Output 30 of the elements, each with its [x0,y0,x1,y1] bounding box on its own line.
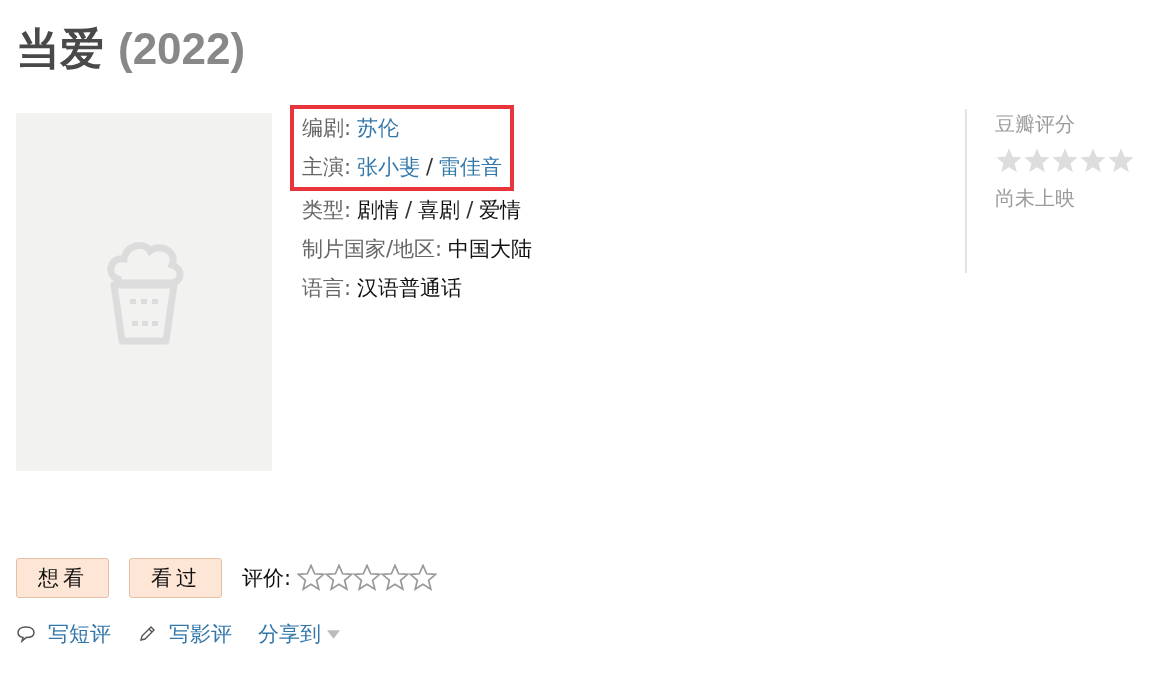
action-link[interactable]: 写影评 [169,620,232,648]
person-link[interactable]: 苏伦 [357,109,400,148]
info-label: 制片国家/地区: [302,236,443,263]
info-label: 编剧: [302,115,352,142]
person-link[interactable]: 雷佳音 [439,148,503,187]
movie-year: (2022) [118,23,246,75]
info-value: 汉语普通话 [357,275,463,302]
info-value: 剧情 [357,197,400,224]
speech-bubble-icon [16,624,36,644]
info-value: 喜剧 [418,197,461,224]
info-value: 爱情 [479,197,522,224]
rating-label: 评价: [242,565,292,592]
person-link[interactable]: 张小斐 [357,148,421,187]
rating-title: 豆瓣评分 [995,111,1075,138]
movie-title: 当爱 [16,23,104,75]
separator: / [405,197,413,224]
info-label: 主演: [302,154,352,181]
pencil-icon [137,624,157,644]
separator: / [466,197,474,224]
separator: / [426,154,434,181]
info-label: 语言: [302,275,352,302]
caret-icon[interactable] [327,629,340,639]
mark-button[interactable]: 想看 [16,558,109,598]
info-value: 中国大陆 [448,236,533,263]
action-link[interactable]: 分享到 [258,620,321,648]
rating-status: 尚未上映 [995,185,1075,212]
action-link[interactable]: 写短评 [48,620,111,648]
info-label: 类型: [302,197,352,224]
mark-button[interactable]: 看过 [129,558,222,598]
rate-stars[interactable] [297,564,438,592]
